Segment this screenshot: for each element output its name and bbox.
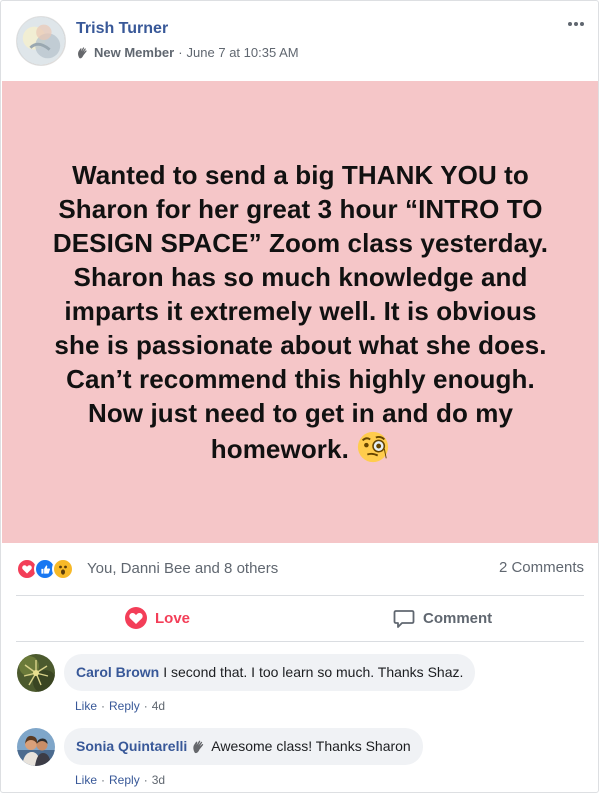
comment-like-link[interactable]: Like — [75, 699, 97, 713]
comment-text: Awesome class! Thanks Sharon — [211, 738, 411, 754]
comment-actions: Like · Reply · 3d — [75, 773, 165, 787]
comment-separator: · — [143, 699, 148, 713]
post-meta: New Member · June 7 at 10:35 AM — [76, 45, 299, 60]
comments-count[interactable]: 2 Comments — [499, 559, 584, 576]
comment-reply-link[interactable]: Reply — [109, 699, 140, 713]
post-body-panel: Wanted to send a big THANK YOU to Sharon… — [2, 81, 598, 543]
reaction-icons[interactable] — [16, 558, 74, 580]
divider — [16, 641, 584, 642]
comment-separator: · — [143, 773, 148, 787]
post-text: Wanted to send a big THANK YOU to Sharon… — [52, 160, 549, 464]
commenter-avatar[interactable] — [17, 728, 55, 766]
post-header: Trish Turner New Member · June 7 at 10:3… — [1, 1, 598, 81]
wow-reaction-icon — [52, 558, 74, 580]
comment-separator: · — [101, 699, 106, 713]
author-avatar[interactable] — [16, 16, 66, 66]
comment-bubble: Sonia Quintarelli Awesome class! Thanks … — [64, 728, 423, 765]
reactions-row: You, Danni Bee and 8 others 2 Comments — [1, 544, 598, 592]
monocle-face-emoji-icon — [358, 431, 389, 463]
new-member-wave-icon — [78, 46, 87, 58]
post-text-block: Wanted to send a big THANK YOU to Sharon… — [41, 158, 561, 466]
commenter-avatar[interactable] — [17, 654, 55, 692]
author-name[interactable]: Trish Turner — [76, 20, 168, 38]
love-button[interactable]: Love — [125, 602, 190, 634]
comment-author[interactable]: Carol Brown — [76, 663, 159, 682]
comment-author[interactable]: Sonia Quintarelli — [76, 737, 187, 756]
comment-actions: Like · Reply · 4d — [75, 699, 165, 713]
new-member-wave-icon — [193, 740, 204, 753]
more-options-icon[interactable] — [566, 19, 586, 29]
comment-reply-link[interactable]: Reply — [109, 773, 140, 787]
meta-separator: · — [178, 45, 183, 60]
commenter-avatar-image — [17, 654, 55, 692]
comment-bubble-icon — [393, 610, 415, 628]
love-icon — [125, 607, 147, 629]
comment-bubble: Carol Brown I second that. I too learn s… — [64, 654, 476, 691]
comment-button-label: Comment — [423, 609, 493, 627]
love-button-label: Love — [155, 609, 191, 627]
comment-text: I second that. I too learn so much. Than… — [163, 664, 464, 680]
commenter-avatar-image — [17, 728, 55, 766]
post-timestamp[interactable]: June 7 at 10:35 AM — [187, 45, 299, 60]
comment-like-link[interactable]: Like — [75, 773, 97, 787]
comment-separator: · — [101, 773, 106, 787]
post-actions: Love Comment — [1, 596, 598, 640]
comment-button[interactable]: Comment — [393, 602, 492, 634]
reaction-summary[interactable]: You, Danni Bee and 8 others — [87, 560, 278, 577]
comment-age[interactable]: 4d — [152, 699, 165, 713]
comment-age[interactable]: 3d — [152, 773, 165, 787]
member-badge: New Member — [94, 45, 175, 60]
post-card: Trish Turner New Member · June 7 at 10:3… — [0, 0, 599, 793]
avatar-image — [17, 17, 65, 65]
